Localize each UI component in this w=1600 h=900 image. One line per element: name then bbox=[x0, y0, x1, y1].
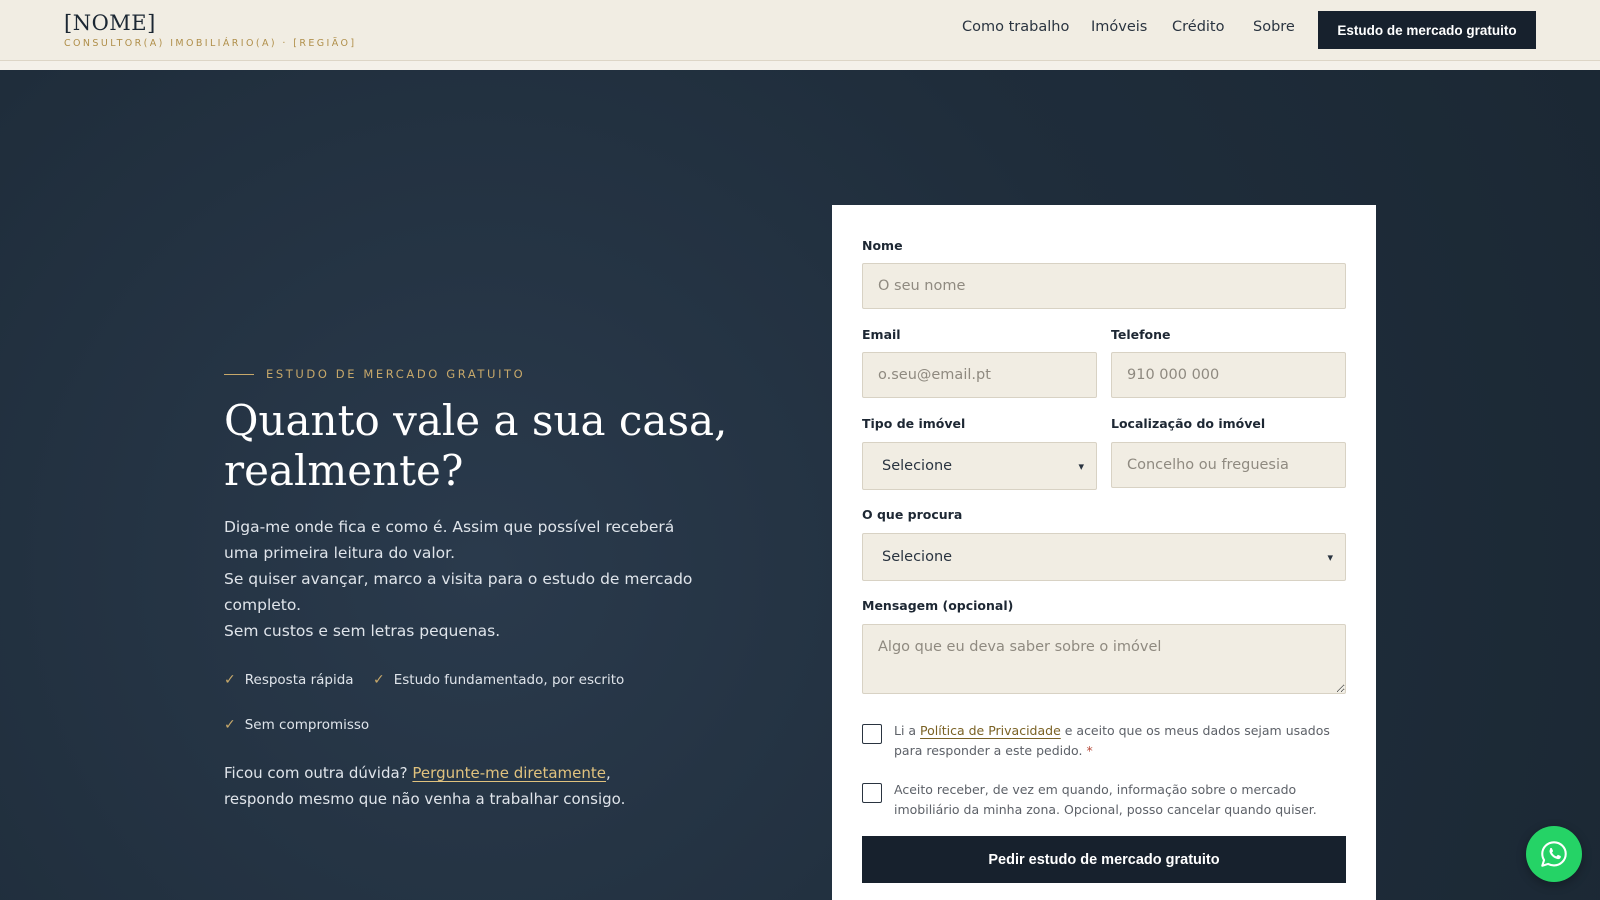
chevron-down-icon: ▾ bbox=[1327, 550, 1333, 564]
eyebrow-line bbox=[224, 373, 254, 375]
hero-eyebrow: ESTUDO DE MERCADO GRATUITO bbox=[224, 367, 525, 381]
bullet-label: Resposta rápida bbox=[244, 672, 354, 688]
brand-subtitle: CONSULTOR(A) IMOBILIÁRIO(A) · [REGIÃO] bbox=[64, 38, 357, 49]
check-icon: ✓ bbox=[224, 672, 236, 688]
hero-headline: Quanto vale a sua casa, realmente? bbox=[224, 396, 744, 496]
whatsapp-icon bbox=[1541, 841, 1567, 867]
site-header: [NOME] CONSULTOR(A) IMOBILIÁRIO(A) · [RE… bbox=[0, 0, 1600, 61]
phone-label: Telefone bbox=[1111, 327, 1171, 342]
eyebrow-text: ESTUDO DE MERCADO GRATUITO bbox=[266, 367, 526, 381]
property-type-select[interactable]: Selecione ▾ bbox=[862, 442, 1097, 490]
ask-directly-link[interactable]: Pergunte-me diretamente bbox=[412, 764, 606, 782]
lead-line-2: Se quiser avançar, marco a visita para o… bbox=[224, 570, 693, 614]
privacy-checkbox[interactable] bbox=[862, 724, 882, 744]
email-label: Email bbox=[862, 327, 901, 342]
email-input[interactable] bbox=[862, 352, 1097, 398]
nav-como-trabalho[interactable]: Como trabalho bbox=[962, 19, 1069, 35]
chevron-down-icon: ▾ bbox=[1078, 459, 1084, 473]
seek-label: O que procura bbox=[862, 507, 963, 522]
newsletter-checkbox[interactable] bbox=[862, 783, 882, 803]
header-strip bbox=[0, 61, 1600, 70]
lead-line-3: Sem custos e sem letras pequenas. bbox=[224, 622, 501, 640]
name-label: Nome bbox=[862, 238, 903, 253]
seek-value: Selecione bbox=[882, 549, 953, 565]
lead-line-1: Diga-me onde fica e como é. Assim que po… bbox=[224, 518, 675, 562]
headline-line-1: Quanto vale a sua casa, bbox=[224, 396, 728, 445]
phone-input[interactable] bbox=[1111, 352, 1346, 398]
bullet-sem-compromisso: ✓ Sem compromisso bbox=[224, 717, 369, 733]
property-type-value: Selecione bbox=[882, 458, 953, 474]
privacy-consent-text: Li a Política de Privacidade e aceito qu… bbox=[894, 721, 1346, 761]
submit-button[interactable]: Pedir estudo de mercado gratuito bbox=[862, 836, 1346, 883]
bullet-label: Sem compromisso bbox=[244, 717, 370, 733]
check-icon: ✓ bbox=[224, 717, 236, 733]
bullet-estudo-fundamentado: ✓ Estudo fundamentado, por escrito bbox=[373, 672, 624, 688]
property-location-input[interactable] bbox=[1111, 442, 1346, 488]
check-icon: ✓ bbox=[373, 672, 385, 688]
note-text-before: Ficou com outra dúvida? bbox=[224, 764, 413, 782]
seek-select[interactable]: Selecione ▾ bbox=[862, 533, 1346, 581]
privacy-text-before: Li a bbox=[894, 723, 921, 738]
message-label: Mensagem (opcional) bbox=[862, 598, 1014, 613]
hero-contact-note: Ficou com outra dúvida? Pergunte-me dire… bbox=[224, 760, 674, 812]
bullet-label: Estudo fundamentado, por escrito bbox=[393, 672, 625, 688]
privacy-policy-link[interactable]: Política de Privacidade bbox=[920, 723, 1061, 738]
whatsapp-button[interactable] bbox=[1526, 826, 1582, 882]
market-study-form: Nome Email Telefone Tipo de imóvel Selec… bbox=[832, 205, 1376, 900]
header-cta-button[interactable]: Estudo de mercado gratuito bbox=[1318, 11, 1536, 49]
brand[interactable]: [NOME] CONSULTOR(A) IMOBILIÁRIO(A) · [RE… bbox=[64, 11, 356, 51]
bullet-resposta-rapida: ✓ Resposta rápida bbox=[224, 672, 354, 688]
property-type-label: Tipo de imóvel bbox=[862, 416, 966, 431]
property-location-label: Localização do imóvel bbox=[1111, 416, 1266, 431]
headline-line-2: realmente? bbox=[224, 446, 464, 495]
nav-imoveis[interactable]: Imóveis bbox=[1091, 19, 1147, 35]
nav-sobre[interactable]: Sobre bbox=[1253, 19, 1295, 35]
message-textarea[interactable] bbox=[862, 624, 1346, 694]
name-input[interactable] bbox=[862, 263, 1346, 309]
required-mark: * bbox=[1086, 743, 1093, 758]
hero-lead: Diga-me onde fica e como é. Assim que po… bbox=[224, 514, 694, 644]
nav-credito[interactable]: Crédito bbox=[1172, 19, 1224, 35]
brand-name: [NOME] bbox=[64, 11, 156, 35]
newsletter-consent-text: Aceito receber, de vez em quando, inform… bbox=[894, 782, 1317, 817]
